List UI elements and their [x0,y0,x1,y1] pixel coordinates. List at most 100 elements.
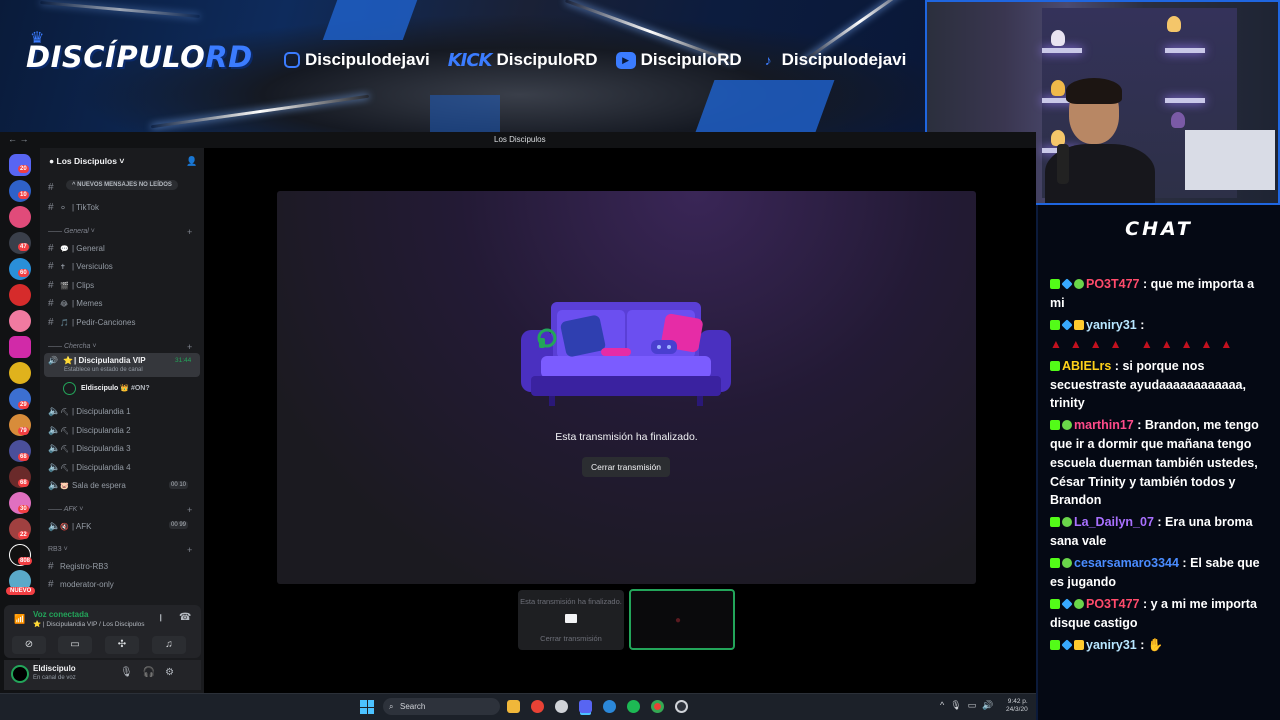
disconnect-icon[interactable]: ☎ [179,612,191,623]
channel-versiculos[interactable]: # ✝ | Versiculos [48,261,113,272]
obs-icon[interactable] [675,700,688,713]
channel-pedir-canciones[interactable]: # 🎵 | Pedir-Canciones [48,317,135,328]
category-rb3[interactable]: RB3 ˅ [48,546,68,553]
chat-message: PO3T477 : y a mi me importa disque casti… [1050,597,1257,630]
soundboard-button[interactable]: ♫ [152,636,186,654]
category-general[interactable]: —— General ˅ [48,228,95,235]
chat-title: CHAT [1125,218,1193,240]
channel-moderator-only[interactable]: # moderator-only [48,579,114,590]
chevron-up-icon[interactable]: ^ [940,700,950,710]
avatar[interactable] [11,665,29,683]
unread-pill[interactable]: ^ NUEVOS MENSAJES NO LEÍDOS [66,180,178,190]
user-panel: Eldiscipulo En canal de voz 🎙🎧⚙ [4,660,201,690]
screen-share-button[interactable]: ▭ [58,636,92,654]
avatar: ● [675,615,682,626]
channel-memes[interactable]: # 😂 | Memes [48,298,103,309]
chat-username: La_Dailyn_07 [1074,515,1154,530]
chat-message: ABIELrs : si porque nos secuestraste ayu… [1050,358,1246,411]
chat-message: La_Dailyn_07 : Era una broma sana vale [1050,515,1253,549]
channel-general[interactable]: # 💬 | General [48,243,105,254]
spotify-icon[interactable] [627,700,640,713]
user-limit-badge: 00 99 [169,521,189,529]
voice-channel[interactable]: 🔈⛏ | Discipulandia 2 [48,425,131,436]
user-limit-badge: 00 10 [169,481,189,489]
voice-channel[interactable]: 🔈⛏ | Discipulandia 4 [48,462,131,473]
add-channel-icon[interactable]: + [187,545,192,555]
window-titlebar: ← → Los Discipulos [0,132,1036,148]
display-icon[interactable]: ▭ [968,700,983,710]
discord-app-icon[interactable] [579,700,592,713]
invite-icon[interactable]: 👤 [186,156,197,167]
kick-icon: KICK [447,49,493,71]
guild-icon: ● [49,156,55,166]
back-forward-icon[interactable]: ← → [8,134,29,144]
server-icon[interactable] [9,362,31,384]
settings-app-icon[interactable] [555,700,568,713]
social-links: Discipulodejavi KICK DiscipuloRD ▶ Discipu… [284,50,906,70]
chat-message: marthin17 : Brandon, me tengo que ir a d… [1050,418,1259,508]
social-kick: KICK DiscipuloRD [447,49,598,71]
system-tray[interactable]: ^🎙▭🔊 [940,700,999,711]
close-stream-button[interactable]: Cerrar transmisión [582,457,670,477]
chat-username: marthin17 [1074,418,1134,433]
app-icon[interactable] [603,700,616,713]
camera-button[interactable]: ⊘ [12,636,46,654]
channel-registro-rb3[interactable]: # Registro-RB3 [48,561,108,572]
stream-thumbnail[interactable]: Esta transmisión ha finalizado. Cerrar t… [518,590,624,650]
server-icon[interactable] [9,310,31,332]
taskbar-clock[interactable]: 9:42 p. 24/3/20 [1006,698,1028,714]
taskbar-search[interactable]: ⌕ Search [383,698,500,715]
chat-username: yaniry31 [1086,638,1137,653]
windows-start-icon[interactable] [360,700,374,714]
couch-illustration [521,302,731,406]
participant-tile[interactable]: ● [629,589,735,650]
instagram-icon [284,52,300,68]
noise-suppression-icon[interactable]: 𝄃 [160,613,162,624]
file-explorer-icon[interactable] [507,700,520,713]
chrome-icon[interactable] [531,700,544,713]
voice-channel[interactable]: 🔈⛏ | Discipulandia 1 [48,406,131,417]
guild-name[interactable]: ● Los Discipulos ˅ [49,156,124,166]
channel-clips[interactable]: # 🎬 | Clips [48,280,94,291]
tiktok-icon: ♪ [764,51,772,68]
search-icon: ⌕ [389,702,394,711]
mic-icon[interactable]: 🎙 [950,700,967,710]
stream-ended-message: Esta transmisión ha finalizado. [555,431,698,443]
voice-channel-vip[interactable]: 🔊 ⭐ | Discipulandia VIP 31:44 Establece … [44,353,200,377]
server-icon[interactable] [9,206,31,228]
social-tiktok: ♪ Discipulodejavi [760,50,907,70]
chat-message-list: PO3T477 : que me importa a mi yaniry31 :… [1050,275,1272,658]
add-channel-icon[interactable]: + [187,342,192,352]
headset-icon[interactable]: 🎧 [143,667,165,678]
social-instagram: Discipulodejavi [284,50,430,70]
add-channel-icon[interactable]: + [187,505,192,515]
volume-icon[interactable]: 🔊 [982,700,999,710]
gear-icon[interactable]: ⚙ [165,667,184,678]
chat-message: yaniry31 : ✋ [1050,636,1272,655]
server-icon[interactable] [9,284,31,306]
channel-logo: DISCÍPULORD [26,40,253,74]
stream-banner: ♛ DISCÍPULORD Discipulodejavi KICK Discip… [0,0,925,132]
new-badge: NUEVO [6,587,36,595]
voice-channel-afk[interactable]: 🔈🔇 | AFK [48,521,91,532]
screen-share-icon: ▭ [70,639,80,650]
server-icon[interactable] [9,336,31,358]
category-afk[interactable]: —— AFK ˅ [48,506,83,513]
screen-icon [565,614,577,623]
add-channel-icon[interactable]: + [187,227,192,237]
voice-channel[interactable]: 🔈⛏ | Discipulandia 3 [48,443,131,454]
chat-message: yaniry31 : ▲▲▲▲ ▲▲▲▲▲ [1050,316,1272,353]
emote-icon: ✋ [1147,638,1164,653]
camera-off-icon: ⊘ [24,639,34,650]
mic-icon[interactable]: 🎙 [120,667,143,678]
channel-tiktok[interactable]: # ⚪ | TikTok [48,202,99,213]
voice-channel[interactable]: 🔈🐷 Sala de espera [48,480,126,491]
signal-icon: 📶 [14,614,26,624]
category-chercha[interactable]: —— Chercha ˅ [48,343,96,350]
activities-button[interactable]: ✣ [105,636,139,654]
voice-connected-panel: 📶 Voz conectada ⭐ | Discipulandia VIP / … [4,605,201,658]
avatar [63,382,76,395]
emote-icon: ▲▲▲▲ ▲▲▲▲▲ [1050,336,1241,351]
chrome-icon[interactable] [651,700,664,713]
voice-user[interactable]: Eldiscipulo 👑 #ON? [81,384,150,392]
